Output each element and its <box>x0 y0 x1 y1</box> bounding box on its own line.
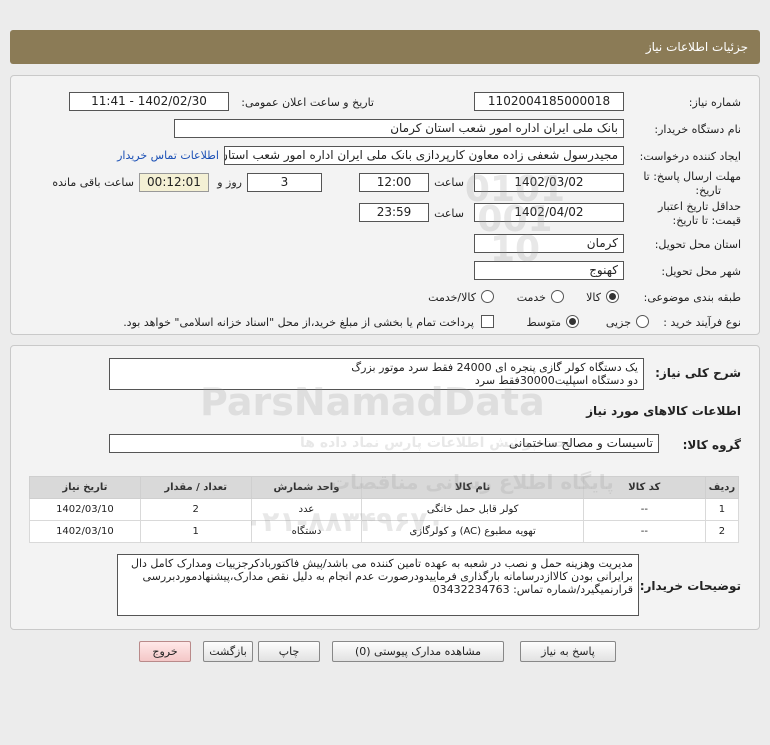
cell-unit: دستگاه <box>250 520 363 543</box>
announce-label: تاریخ و ساعت اعلان عمومی: <box>241 96 374 109</box>
goods-section-title: اطلاعات کالاهای مورد نیاز <box>586 404 741 418</box>
summary-line-1: یک دستگاه کولر گازی پنجره ای 24000 فقط س… <box>351 361 638 374</box>
remaining-time-field: 00:12:01 <box>139 173 209 192</box>
cell-unit: عدد <box>250 498 363 521</box>
validity-time-label: ساعت <box>434 207 464 220</box>
col-name: نام کالا <box>361 476 584 499</box>
cell-date: 1402/03/10 <box>29 498 141 521</box>
category-label: طبقه بندی موضوعی: <box>643 291 741 304</box>
summary-label: شرح کلی نیاز: <box>655 366 741 380</box>
validity-date-field: 1402/04/02 <box>474 203 624 222</box>
cell-name: تهویه مطبوع (AC) و کولرگازی <box>361 520 584 543</box>
cell-row: 1 <box>704 498 740 521</box>
deadline-time-field: 12:00 <box>359 173 429 192</box>
col-date: تاریخ نیاز <box>29 476 141 499</box>
need-number-label: شماره نیاز: <box>688 96 741 109</box>
remaining-label: ساعت باقی مانده <box>52 176 134 189</box>
announce-field: 1402/02/30 - 11:41 <box>69 92 229 111</box>
city-field: کهنوج <box>474 261 624 280</box>
treasury-payment-note: پرداخت تمام یا بخشی از مبلغ خرید،از محل … <box>123 316 474 329</box>
process-label: نوع فرآیند خرید : <box>663 316 741 329</box>
days-field: 3 <box>247 173 322 192</box>
category-option-goods-service: کالا/خدمت <box>428 291 476 304</box>
process-option-minor: جزیی <box>605 316 631 329</box>
print-button[interactable]: چاپ <box>258 641 320 662</box>
col-qty: تعداد / مقدار <box>139 476 252 499</box>
exit-button[interactable]: خروج <box>139 641 191 662</box>
process-radio-minor[interactable] <box>636 315 649 328</box>
requester-field: مجیدرسول شعفی زاده معاون کارپردازی بانک … <box>224 146 624 165</box>
need-info-panel: شماره نیاز: 1102004185000018 تاریخ و ساع… <box>10 75 760 335</box>
buyer-notes-label: توضیحات خریدار: <box>639 579 741 593</box>
process-radio-medium[interactable] <box>566 315 579 328</box>
col-unit: واحد شمارش <box>250 476 363 499</box>
deadline-label-line2: تاریخ: <box>695 184 721 197</box>
summary-box: یک دستگاه کولر گازی پنجره ای 24000 فقط س… <box>109 358 644 390</box>
attachments-button[interactable]: مشاهده مدارک پیوستی (0) <box>332 641 504 662</box>
goods-panel: شرح کلی نیاز: یک دستگاه کولر گازی پنجره … <box>10 345 760 630</box>
buyer-notes-box: مدیریت وهزینه حمل و نصب در شعبه به عهده … <box>117 554 639 616</box>
col-code: کد کالا <box>582 476 706 499</box>
need-number-field: 1102004185000018 <box>474 92 624 111</box>
table-row: 2 -- تهویه مطبوع (AC) و کولرگازی دستگاه … <box>29 520 740 543</box>
cell-qty: 2 <box>139 498 252 521</box>
category-radio-service[interactable] <box>551 290 564 303</box>
category-option-service: خدمت <box>516 291 546 304</box>
summary-line-2: دو دستگاه اسپلیت30000فقط سرد <box>474 374 638 387</box>
cell-row: 2 <box>704 520 740 543</box>
back-button[interactable]: بازگشت <box>203 641 253 662</box>
goods-group-label: گروه کالا: <box>682 438 741 452</box>
col-row: ردیف <box>704 476 740 499</box>
cell-date: 1402/03/10 <box>29 520 141 543</box>
category-option-goods: کالا <box>586 291 601 304</box>
goods-table-header: ردیف کد کالا نام کالا واحد شمارش تعداد /… <box>29 476 740 499</box>
province-field: کرمان <box>474 234 624 253</box>
table-row: 1 -- کولر قابل حمل خانگی عدد 2 1402/03/1… <box>29 498 740 521</box>
requester-label: ایجاد کننده درخواست: <box>639 150 741 163</box>
reply-button[interactable]: پاسخ به نیاز <box>520 641 616 662</box>
category-radio-goods-service[interactable] <box>481 290 494 303</box>
deadline-time-label: ساعت <box>434 176 464 189</box>
buyer-org-label: نام دستگاه خریدار: <box>654 123 741 136</box>
validity-label-line1: حداقل تاریخ اعتبار <box>657 200 741 213</box>
validity-time-field: 23:59 <box>359 203 429 222</box>
process-option-medium: متوسط <box>526 316 561 329</box>
cell-code: -- <box>582 498 706 521</box>
goods-table: ردیف کد کالا نام کالا واحد شمارش تعداد /… <box>29 476 740 543</box>
days-label: روز و <box>217 176 242 189</box>
page-title: جزئیات اطلاعات نیاز <box>645 40 748 54</box>
cell-qty: 1 <box>139 520 252 543</box>
goods-group-field: تاسیسات و مصالح ساختمانی <box>109 434 659 453</box>
province-label: استان محل تحویل: <box>654 238 741 251</box>
buyer-org-field: بانک ملی ایران اداره امور شعب استان کرما… <box>174 119 624 138</box>
cell-name: کولر قابل حمل خانگی <box>361 498 584 521</box>
page-header: جزئیات اطلاعات نیاز <box>10 30 760 64</box>
category-radio-goods[interactable] <box>606 290 619 303</box>
city-label: شهر محل تحویل: <box>661 265 741 278</box>
treasury-payment-checkbox[interactable] <box>481 315 494 328</box>
deadline-date-field: 1402/03/02 <box>474 173 624 192</box>
cell-code: -- <box>582 520 706 543</box>
buyer-contact-link[interactable]: اطلاعات تماس خریدار <box>117 149 219 162</box>
deadline-label-line1: مهلت ارسال پاسخ: تا <box>643 170 741 183</box>
validity-label-line2: قیمت: تا تاریخ: <box>672 214 741 227</box>
